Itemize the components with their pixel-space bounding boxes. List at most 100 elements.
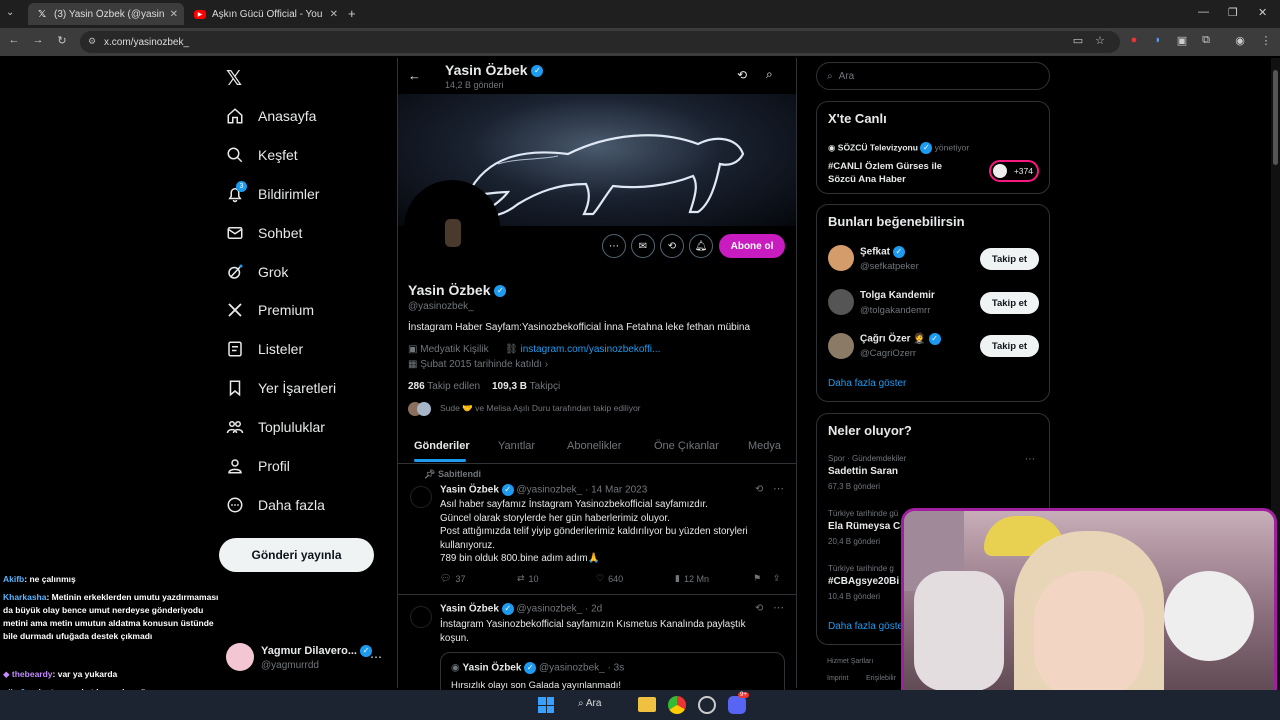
post-date[interactable]: · 14 Mar 2023 bbox=[585, 485, 647, 496]
post-handle[interactable]: @yasinozbek_ bbox=[516, 485, 582, 496]
extension-icon[interactable]: ◗ bbox=[1150, 34, 1166, 46]
avatar[interactable] bbox=[828, 289, 854, 315]
sidebar-item-explore[interactable]: Keşfet bbox=[226, 138, 298, 172]
avatar[interactable] bbox=[410, 486, 432, 508]
post-author[interactable]: Yasin Özbek bbox=[440, 604, 499, 615]
trend-name[interactable]: Ela Rümeysa Ce bbox=[828, 521, 906, 532]
sidebar-item-home[interactable]: Anasayfa bbox=[226, 99, 316, 133]
avatar[interactable] bbox=[226, 643, 254, 671]
chrome-icon[interactable] bbox=[668, 696, 686, 714]
avatar[interactable] bbox=[828, 333, 854, 359]
live-text[interactable]: #CANLI Özlem Gürses ile Sözcü Ana Haber bbox=[828, 160, 942, 186]
sidebar-item-premium[interactable]: Premium bbox=[226, 293, 314, 327]
post-handle[interactable]: @yasinozbek_ bbox=[516, 604, 582, 615]
sidebar-item-grok[interactable]: Grok bbox=[226, 255, 288, 289]
sidebar-item-profile[interactable]: Profil bbox=[226, 449, 290, 483]
more-icon[interactable]: ⋯ bbox=[1025, 454, 1035, 465]
close-icon[interactable]: ✕ bbox=[330, 9, 338, 20]
like-button[interactable]: ♡ 640 bbox=[596, 573, 623, 584]
show-more-link[interactable]: Daha fazla göster bbox=[828, 378, 906, 389]
sidebar-item-bookmarks[interactable]: Yer İşaretleri bbox=[226, 371, 336, 405]
file-explorer-icon[interactable] bbox=[638, 697, 656, 712]
tab-replies[interactable]: Yanıtlar bbox=[498, 440, 535, 452]
grok-icon[interactable]: ⟲ bbox=[755, 484, 763, 495]
cast-icon[interactable]: ▭ bbox=[1070, 34, 1086, 47]
taskbar-search[interactable]: ⌕ Ara bbox=[578, 698, 601, 709]
reload-icon[interactable]: ↻ bbox=[54, 34, 70, 47]
x-logo-icon[interactable]: 𝕏 bbox=[226, 66, 242, 91]
window-close-button[interactable]: ✕ bbox=[1258, 6, 1267, 19]
search-icon[interactable]: ⌕ bbox=[766, 67, 773, 82]
tab-search-icon[interactable]: ⌄ bbox=[6, 7, 14, 18]
views-button[interactable]: ▮ 12 Mn bbox=[675, 573, 709, 584]
puzzle-icon[interactable]: ⧉ bbox=[1198, 34, 1214, 47]
new-tab-button[interactable]: + bbox=[348, 6, 356, 21]
avatar[interactable] bbox=[828, 245, 854, 271]
bookmark-button[interactable]: ⚑ bbox=[753, 573, 761, 584]
repost-button[interactable]: ⇄ 10 bbox=[517, 573, 539, 584]
live-host[interactable]: ◉ SÖZCÜ Televizyonu ✓ yönetiyor bbox=[828, 142, 969, 154]
extension-icon[interactable]: ● bbox=[1126, 34, 1142, 46]
tab-media[interactable]: Medya bbox=[748, 440, 781, 452]
grok-icon[interactable]: ⟲ bbox=[755, 603, 763, 614]
close-icon[interactable]: ✕ bbox=[170, 9, 178, 20]
grok-icon[interactable]: ⟲ bbox=[737, 68, 747, 82]
avatar[interactable] bbox=[410, 606, 432, 628]
sidebar-item-communities[interactable]: Topluluklar bbox=[226, 410, 325, 444]
discord-icon[interactable]: 9+ bbox=[728, 692, 749, 714]
sidebar-item-messages[interactable]: Sohbet bbox=[226, 216, 302, 250]
profile-joined[interactable]: ▦ Şubat 2015 tarihinde katıldı › bbox=[408, 359, 548, 370]
maximize-button[interactable]: ❐ bbox=[1228, 6, 1238, 19]
app-icon[interactable] bbox=[698, 696, 716, 714]
tab-subscriptions[interactable]: Abonelikler bbox=[567, 440, 621, 452]
menu-icon[interactable]: ⋮ bbox=[1258, 34, 1274, 47]
follow-button[interactable]: Takip et bbox=[980, 335, 1039, 357]
minimize-button[interactable]: — bbox=[1198, 6, 1209, 18]
tab-highlights[interactable]: Öne Çıkanlar bbox=[654, 440, 719, 452]
post-author[interactable]: Yasin Özbek bbox=[440, 485, 499, 496]
message-button[interactable]: ✉ bbox=[631, 234, 655, 258]
show-more-link[interactable]: Daha fazla göste bbox=[828, 621, 903, 632]
reply-button[interactable]: 💬︎ 37 bbox=[440, 573, 465, 584]
tab-posts[interactable]: Gönderiler bbox=[414, 440, 470, 452]
extension-icon[interactable]: ▣ bbox=[1174, 34, 1190, 47]
avatar[interactable]: ◉ bbox=[1232, 34, 1248, 47]
sidebar-item-lists[interactable]: Listeler bbox=[226, 332, 303, 366]
more-icon[interactable]: ⋯ bbox=[773, 601, 784, 614]
live-listeners[interactable]: +374 bbox=[989, 160, 1039, 182]
forward-icon[interactable]: → bbox=[30, 34, 46, 46]
site-info-icon[interactable]: ⚙ bbox=[88, 36, 96, 47]
trend-name[interactable]: Sadettin Saran bbox=[828, 466, 898, 477]
address-bar[interactable]: ⚙ x.com/yasinozbek_ bbox=[80, 31, 1120, 53]
account-name[interactable]: Yagmur Dilavero... ✓ bbox=[261, 645, 373, 658]
followed-by-text[interactable]: Sude 🤝 ve Melisa Aşılı Duru tarafından t… bbox=[440, 403, 641, 414]
profile-link[interactable]: ⛓ instagram.com/yasinozbekoffi... bbox=[505, 344, 660, 355]
tab-youtube[interactable]: ▶ Aşkın Gücü Official - YouTube ✕ bbox=[186, 3, 344, 25]
followers-stat[interactable]: 109,3 B Takipçi bbox=[492, 381, 560, 392]
trend-name[interactable]: #CBAgsye20Bi bbox=[828, 576, 899, 587]
footer-link[interactable]: Erişilebilir bbox=[866, 675, 896, 682]
suggested-user-name[interactable]: Çağrı Özer 🤵 ✓ bbox=[860, 333, 941, 345]
more-button[interactable]: ⋯ bbox=[602, 234, 626, 258]
start-icon[interactable] bbox=[538, 697, 554, 713]
suggested-user-name[interactable]: Tolga Kandemir bbox=[860, 290, 935, 301]
star-icon[interactable]: ☆ bbox=[1092, 34, 1108, 47]
tab-x-profile[interactable]: 𝕏 (3) Yasin Özbek (@yasinozbek_) ✕ bbox=[28, 3, 184, 25]
more-icon[interactable]: ⋯ bbox=[370, 650, 382, 664]
more-icon[interactable]: ⋯ bbox=[773, 482, 784, 495]
search-input[interactable]: ⌕ Ara bbox=[816, 62, 1050, 90]
footer-link[interactable]: Imprint bbox=[827, 675, 848, 682]
back-icon[interactable]: ← bbox=[408, 68, 421, 83]
share-button[interactable]: ⇪ bbox=[773, 573, 781, 584]
profile-avatar[interactable] bbox=[404, 180, 500, 276]
subscribe-button[interactable]: Abone ol bbox=[719, 234, 785, 258]
suggested-user-name[interactable]: Şefkat ✓ bbox=[860, 246, 905, 258]
back-icon[interactable]: ← bbox=[6, 34, 22, 46]
following-stat[interactable]: 286 Takip edilen bbox=[408, 381, 480, 392]
notify-button[interactable]: 🔔︎ bbox=[689, 234, 713, 258]
sidebar-item-more[interactable]: Daha fazla bbox=[226, 488, 325, 522]
follow-button[interactable]: Takip et bbox=[980, 292, 1039, 314]
sidebar-item-notifications[interactable]: 3 Bildirimler bbox=[226, 177, 319, 211]
grok-button[interactable]: ⟲ bbox=[660, 234, 684, 258]
scrollbar-thumb[interactable] bbox=[1273, 70, 1278, 165]
